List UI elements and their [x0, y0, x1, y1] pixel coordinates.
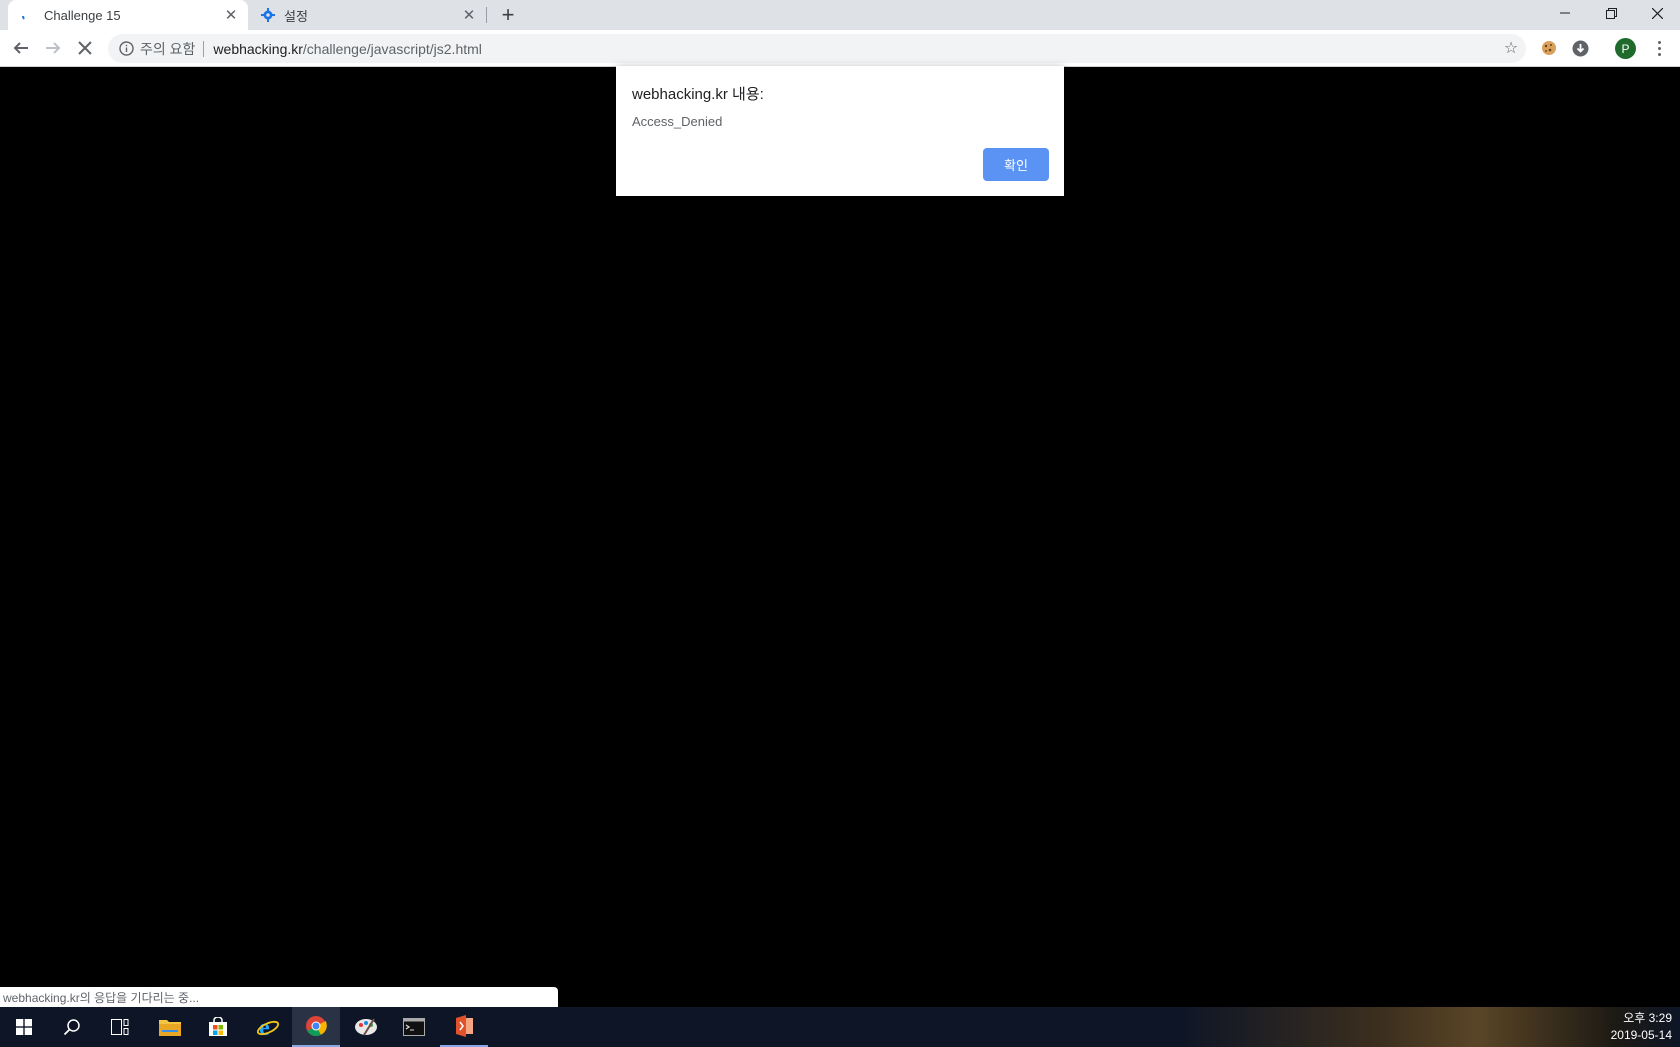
security-label[interactable]: 주의 요함 — [140, 39, 195, 59]
tab-settings[interactable]: 설정 ✕ — [248, 0, 486, 30]
forward-arrow-icon — [46, 42, 61, 54]
dialog-message: Access_Denied — [632, 114, 723, 129]
new-tab-button[interactable]: + — [496, 2, 520, 27]
start-icon[interactable] — [0, 1007, 48, 1047]
bookmark-star-icon[interactable]: ☆ — [1502, 39, 1520, 57]
dialog-title: webhacking.kr 내용: — [632, 86, 764, 103]
tab-strip: Challenge 15 ✕ 설정 ✕ + — [0, 0, 1680, 30]
alert-dialog: webhacking.kr 내용: Access_Denied 확인 — [616, 66, 1064, 196]
back-button[interactable] — [8, 35, 34, 61]
page-content — [0, 68, 1680, 1007]
profile-avatar[interactable]: P — [1615, 38, 1636, 59]
url-host: webhacking.kr — [213, 40, 303, 57]
more-menu-icon[interactable] — [1650, 38, 1668, 59]
back-arrow-icon — [13, 42, 28, 54]
chrome-icon[interactable] — [292, 1007, 340, 1047]
close-tab-icon[interactable]: ✕ — [460, 6, 478, 24]
clock-time: 오후 3:29 — [1623, 1011, 1672, 1025]
paint-icon[interactable] — [342, 1007, 390, 1047]
download-extension-icon[interactable] — [1570, 38, 1590, 58]
taskbar-clock[interactable]: 오후 3:29 2019-05-14 — [1611, 1010, 1672, 1044]
terminal-icon[interactable] — [390, 1007, 438, 1047]
forward-button[interactable] — [40, 35, 66, 61]
close-window-button[interactable] — [1634, 0, 1680, 26]
restore-button[interactable] — [1588, 0, 1634, 26]
search-icon[interactable] — [48, 1007, 96, 1047]
info-icon[interactable] — [118, 41, 134, 57]
gear-icon — [260, 7, 276, 23]
tab-title: 설정 — [284, 8, 308, 24]
clock-date: 2019-05-14 — [1610, 1028, 1672, 1042]
minimize-button[interactable] — [1542, 0, 1588, 26]
stop-loading-button[interactable] — [72, 35, 98, 61]
status-bubble: webhacking.kr의 응답을 기다리는 중... — [0, 987, 558, 1007]
tab-separator — [486, 7, 487, 23]
office-icon[interactable] — [440, 1007, 488, 1047]
omnibox-divider — [203, 40, 205, 57]
internet-explorer-icon[interactable]: e — [244, 1007, 292, 1047]
address-bar[interactable]: 주의 요함 webhacking.kr /challenge/javascrip… — [108, 34, 1526, 63]
close-tab-icon[interactable]: ✕ — [222, 6, 240, 24]
file-explorer-icon[interactable] — [146, 1007, 194, 1047]
loading-spinner-icon — [20, 7, 36, 23]
cookie-extension-icon[interactable] — [1539, 38, 1559, 58]
dialog-ok-button[interactable]: 확인 — [983, 148, 1049, 181]
tab-challenge-15[interactable]: Challenge 15 ✕ — [8, 0, 248, 30]
windows-taskbar: e 오후 3:29 2019-05-14 — [0, 1007, 1680, 1047]
task-view-icon[interactable] — [96, 1007, 144, 1047]
close-icon — [78, 41, 92, 55]
browser-toolbar: 주의 요함 webhacking.kr /challenge/javascrip… — [0, 30, 1680, 67]
store-icon[interactable] — [194, 1007, 242, 1047]
url-path: /challenge/javascript/js2.html — [302, 40, 482, 57]
tab-title: Challenge 15 — [44, 7, 121, 23]
